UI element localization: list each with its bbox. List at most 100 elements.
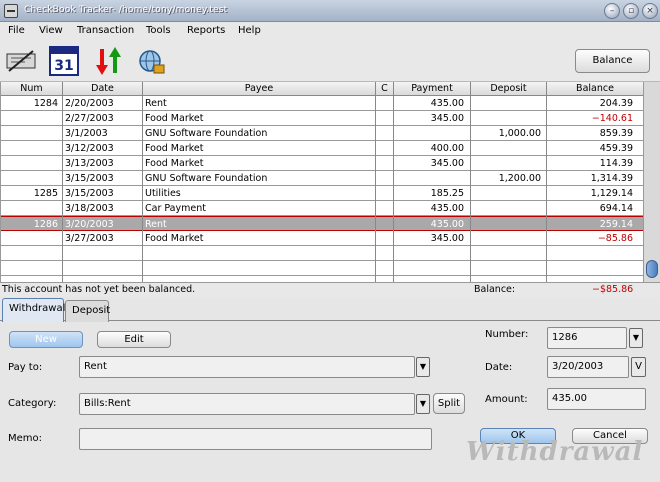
cell-payee: Food Market	[145, 143, 204, 154]
cell-payment: 435.00	[430, 219, 464, 230]
category-dropdown-button[interactable]: ▼	[416, 394, 430, 414]
cell-date: 3/1/2003	[65, 128, 108, 139]
calendar-icon[interactable]: 31	[48, 45, 80, 77]
column-header-cleared[interactable]: C	[376, 83, 394, 96]
amount-field[interactable]: 435.00	[547, 388, 646, 410]
column-header-payment[interactable]: Payment	[394, 83, 471, 96]
category-label: Category:	[8, 398, 57, 409]
cell-c	[378, 97, 392, 111]
table-row[interactable]: 3/15/2003 GNU Software Foundation 1,200.00…	[1, 171, 644, 186]
cell-payee: Food Market	[145, 158, 204, 169]
cell-num	[3, 127, 58, 141]
cell-balance: 204.39	[599, 98, 633, 109]
memo-field[interactable]	[79, 428, 432, 450]
cell-payment: 345.00	[430, 233, 464, 244]
memo-label: Memo:	[8, 433, 43, 444]
cell-balance: 114.39	[599, 158, 633, 169]
cell-balance: 459.39	[599, 143, 633, 154]
tab-deposit[interactable]: Deposit	[65, 300, 110, 322]
register-header: Num Date Payee C Payment Deposit Balance	[1, 82, 644, 96]
cell-balance: 1,314.39	[590, 173, 633, 184]
cell-date: 3/15/2003	[65, 173, 114, 184]
cell-c	[378, 218, 392, 232]
balance-button[interactable]: Balance	[575, 49, 650, 73]
table-row[interactable]: 1284 2/20/2003 Rent 435.00 204.39	[1, 96, 644, 111]
cell-c	[378, 172, 392, 186]
app-icon[interactable]	[4, 4, 18, 18]
table-row[interactable]: 1285 3/15/2003 Utilities 185.25 1,129.14	[1, 186, 644, 201]
table-row-empty[interactable]	[1, 261, 644, 276]
cell-num	[3, 112, 58, 126]
balance-status-message: This account has not yet been balanced.	[2, 284, 196, 295]
cell-payee: Rent	[145, 219, 167, 230]
checkbook-icon[interactable]	[5, 45, 37, 77]
minimize-icon[interactable]: –	[604, 3, 620, 19]
menu-view[interactable]: View	[39, 25, 63, 36]
transaction-tabs: Withdrawal Deposit	[0, 297, 660, 322]
table-row-selected[interactable]: 1286 3/20/2003 Rent 435.00 259.14	[1, 216, 644, 231]
title-bar: CheckBook Tracker- /home/tony/money.test…	[0, 0, 660, 22]
number-dropdown-button[interactable]: ▼	[629, 328, 643, 348]
cell-num: 1286	[33, 219, 58, 230]
cell-balance: 1,129.14	[590, 188, 633, 199]
menu-reports[interactable]: Reports	[187, 25, 225, 36]
table-row[interactable]: 3/18/2003 Car Payment 435.00 694.14	[1, 201, 644, 216]
cell-payee: Food Market	[145, 113, 204, 124]
cell-deposit	[471, 187, 541, 201]
cell-num	[3, 202, 58, 216]
pay-to-dropdown-button[interactable]: ▼	[416, 357, 430, 377]
column-header-date[interactable]: Date	[63, 83, 143, 96]
table-row[interactable]: 3/12/2003 Food Market 400.00 459.39	[1, 141, 644, 156]
tab-withdrawal[interactable]: Withdrawal	[2, 298, 65, 322]
cell-deposit	[471, 218, 541, 232]
column-header-payee[interactable]: Payee	[143, 83, 376, 96]
close-icon[interactable]: ×	[642, 3, 658, 19]
transfer-arrows-icon[interactable]	[93, 45, 125, 77]
category-field[interactable]: Bills:Rent	[79, 393, 415, 415]
table-row[interactable]: 3/13/2003 Food Market 345.00 114.39	[1, 156, 644, 171]
balance-status-value: −$85.86	[592, 284, 634, 295]
cell-payee: Car Payment	[145, 203, 206, 214]
column-header-num[interactable]: Num	[1, 83, 63, 96]
table-row[interactable]: 3/1/2003 GNU Software Foundation 1,000.00 8…	[1, 126, 644, 141]
number-field[interactable]: 1286	[547, 327, 627, 349]
menu-help[interactable]: Help	[238, 25, 261, 36]
cell-c	[378, 187, 392, 201]
table-row-empty[interactable]	[1, 246, 644, 261]
edit-button[interactable]: Edit	[97, 331, 171, 348]
split-button[interactable]: Split	[433, 393, 465, 414]
cell-deposit	[471, 112, 541, 126]
cell-deposit	[471, 142, 541, 156]
date-picker-button[interactable]: V	[631, 357, 646, 377]
date-field[interactable]: 3/20/2003	[547, 356, 629, 378]
cell-num	[3, 142, 58, 156]
menu-file[interactable]: File	[8, 25, 25, 36]
cell-num	[3, 172, 58, 186]
cell-balance: 694.14	[599, 203, 633, 214]
table-row[interactable]: 3/27/2003 Food Market 345.00 −85.86	[1, 231, 644, 246]
column-header-deposit[interactable]: Deposit	[471, 83, 547, 96]
cell-deposit	[471, 157, 541, 171]
date-label: Date:	[485, 362, 513, 373]
maximize-icon[interactable]: ▫	[623, 3, 639, 19]
amount-label: Amount:	[485, 394, 528, 405]
cell-deposit	[471, 97, 541, 111]
register-scrollbar[interactable]	[643, 82, 660, 282]
cell-date: 3/12/2003	[65, 143, 114, 154]
number-label: Number:	[485, 329, 529, 340]
cell-num	[3, 232, 58, 246]
globe-icon[interactable]	[136, 45, 168, 77]
column-header-balance[interactable]: Balance	[547, 83, 644, 96]
cell-payee: GNU Software Foundation	[145, 173, 268, 184]
new-button[interactable]: New	[9, 331, 83, 348]
menu-tools[interactable]: Tools	[146, 25, 171, 36]
cell-c	[378, 157, 392, 171]
cell-payment: 400.00	[430, 143, 464, 154]
cell-num	[3, 157, 58, 171]
menu-transaction[interactable]: Transaction	[77, 25, 134, 36]
table-row[interactable]: 2/27/2003 Food Market 345.00 −140.61	[1, 111, 644, 126]
scrollbar-thumb[interactable]	[646, 260, 658, 278]
cell-date: 3/20/2003	[65, 219, 114, 230]
cell-payment: 185.25	[430, 188, 464, 199]
pay-to-field[interactable]: Rent	[79, 356, 415, 378]
